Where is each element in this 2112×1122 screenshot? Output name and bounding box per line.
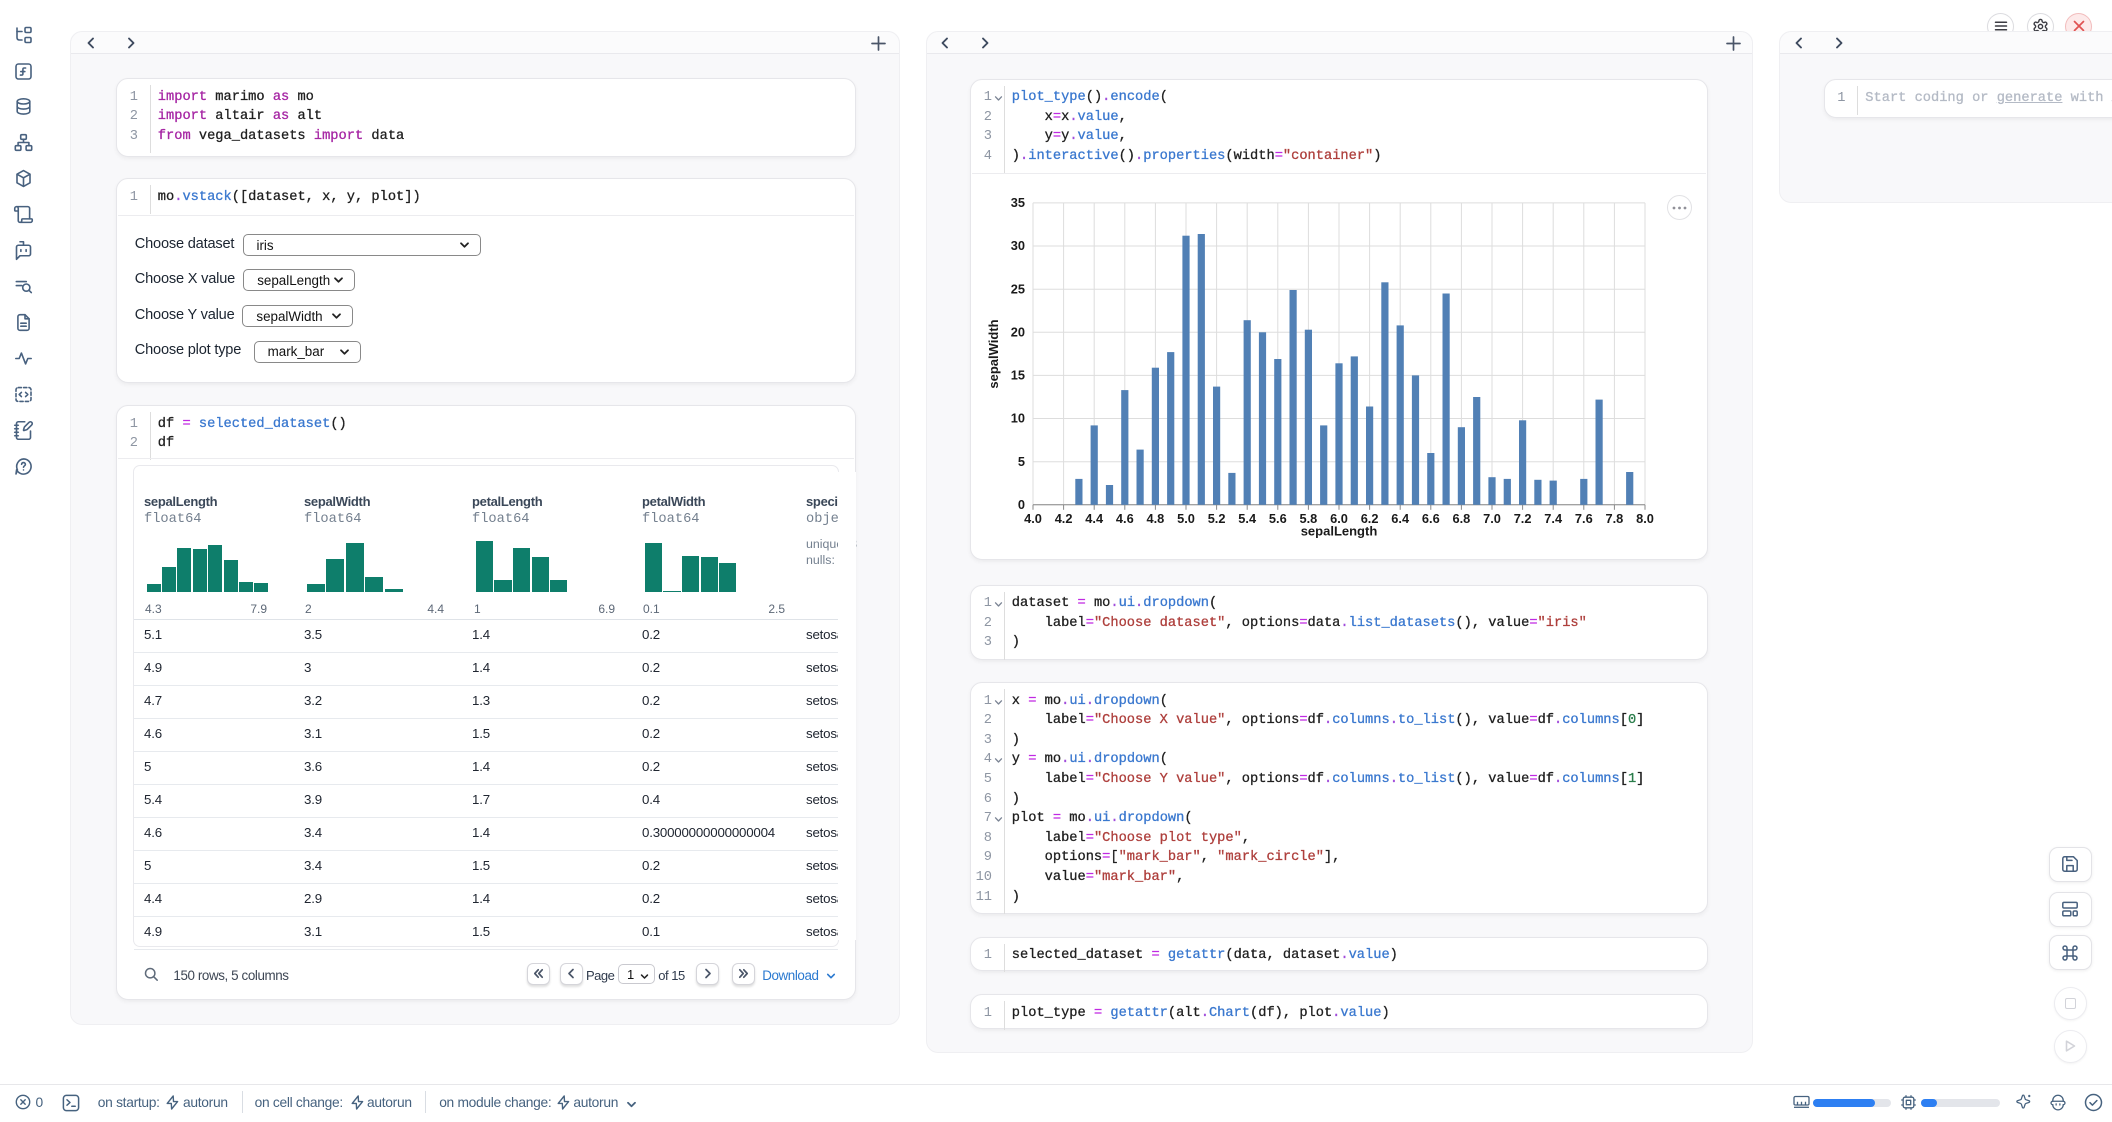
svg-text:7.6: 7.6 [1575,510,1593,525]
svg-text:4.4: 4.4 [1085,510,1104,525]
svg-text:10: 10 [1011,410,1025,425]
svg-text:20: 20 [1011,324,1025,339]
svg-text:4.2: 4.2 [1055,510,1073,525]
svg-text:7.2: 7.2 [1514,510,1532,525]
svg-text:7.8: 7.8 [1606,510,1624,525]
svg-text:6.8: 6.8 [1453,510,1471,525]
svg-text:15: 15 [1011,367,1025,382]
svg-text:0: 0 [1018,497,1025,512]
svg-text:35: 35 [1011,195,1025,210]
svg-text:5.0: 5.0 [1177,510,1195,525]
svg-text:6.4: 6.4 [1391,510,1410,525]
svg-text:5.6: 5.6 [1269,510,1287,525]
svg-text:sepalWidth: sepalWidth [986,319,1001,388]
svg-text:7.4: 7.4 [1544,510,1563,525]
svg-text:25: 25 [1011,281,1025,296]
svg-text:8.0: 8.0 [1636,510,1654,525]
svg-text:6.6: 6.6 [1422,510,1440,525]
svg-text:4.0: 4.0 [1024,510,1042,525]
svg-text:5: 5 [1018,453,1025,468]
svg-text:30: 30 [1011,238,1025,253]
svg-text:5.4: 5.4 [1238,510,1257,525]
svg-text:sepalLength: sepalLength [1301,523,1378,538]
svg-text:4.6: 4.6 [1116,510,1134,525]
svg-text:7.0: 7.0 [1483,510,1501,525]
svg-text:4.8: 4.8 [1147,510,1165,525]
svg-text:5.2: 5.2 [1208,510,1226,525]
